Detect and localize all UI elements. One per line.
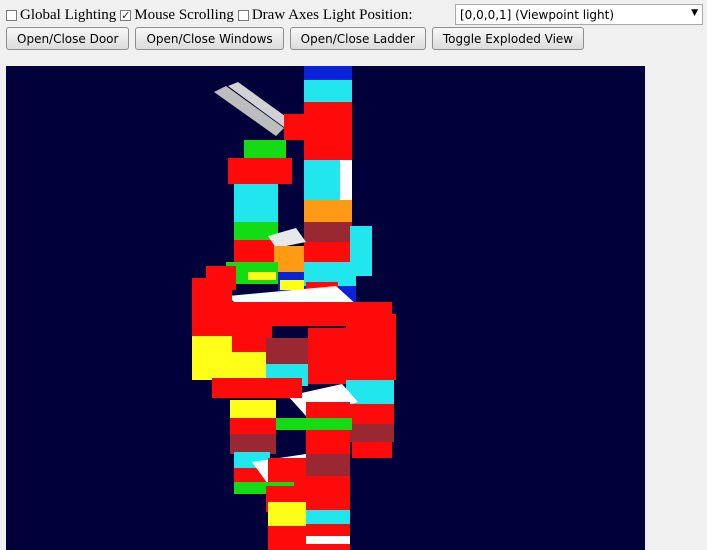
global-lighting-checkbox[interactable] <box>6 9 17 21</box>
draw-axes-checkbox[interactable] <box>237 9 249 21</box>
global-lighting-label: Global Lighting <box>20 6 117 23</box>
options-bar: Global Lighting ✓ Mouse Scrolling Draw A… <box>6 4 413 26</box>
global-lighting-option[interactable]: Global Lighting <box>6 7 116 24</box>
lego-building-render <box>192 66 396 550</box>
3d-viewport[interactable] <box>6 66 645 550</box>
button-bar: Open/Close Door Open/Close Windows Open/… <box>6 27 585 50</box>
open-close-ladder-button[interactable]: Open/Close Ladder <box>289 27 426 50</box>
draw-axes-option[interactable]: Draw Axes <box>237 6 319 24</box>
dropdown-arrow-icon: ▼ <box>691 8 698 18</box>
light-position-label: Light Position: <box>322 6 413 23</box>
toggle-exploded-view-button[interactable]: Toggle Exploded View <box>431 27 585 50</box>
draw-axes-label: Draw Axes <box>251 6 319 23</box>
mouse-scrolling-label: Mouse Scrolling <box>134 6 234 23</box>
light-position-select[interactable]: [0,0,0,1] (Viewpoint light) ▼ <box>455 4 703 25</box>
open-close-door-button[interactable]: Open/Close Door <box>6 27 130 50</box>
mouse-scrolling-checkbox[interactable]: ✓ <box>120 9 132 21</box>
open-close-windows-button[interactable]: Open/Close Windows <box>135 27 284 50</box>
mouse-scrolling-option[interactable]: ✓ Mouse Scrolling <box>120 7 234 24</box>
light-position-value: [0,0,0,1] (Viewpoint light) <box>460 7 615 22</box>
